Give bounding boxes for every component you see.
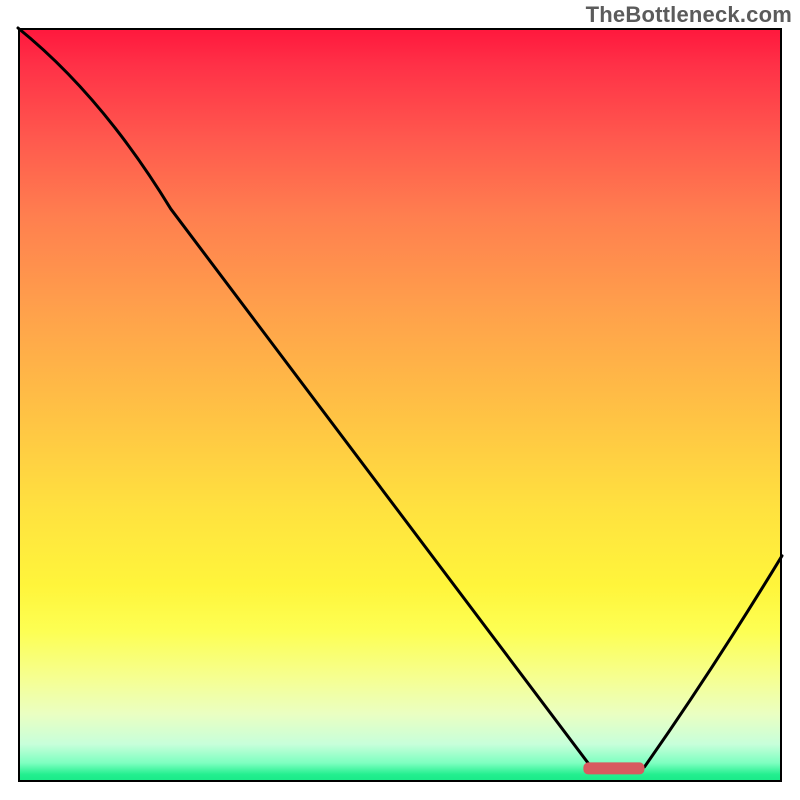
plot-area: [18, 28, 782, 782]
watermark-label: TheBottleneck.com: [586, 2, 792, 28]
chart-container: TheBottleneck.com: [0, 0, 800, 800]
optimal-range-marker: [583, 762, 644, 774]
chart-curve-layer: [18, 28, 782, 782]
bottleneck-curve: [18, 28, 782, 767]
